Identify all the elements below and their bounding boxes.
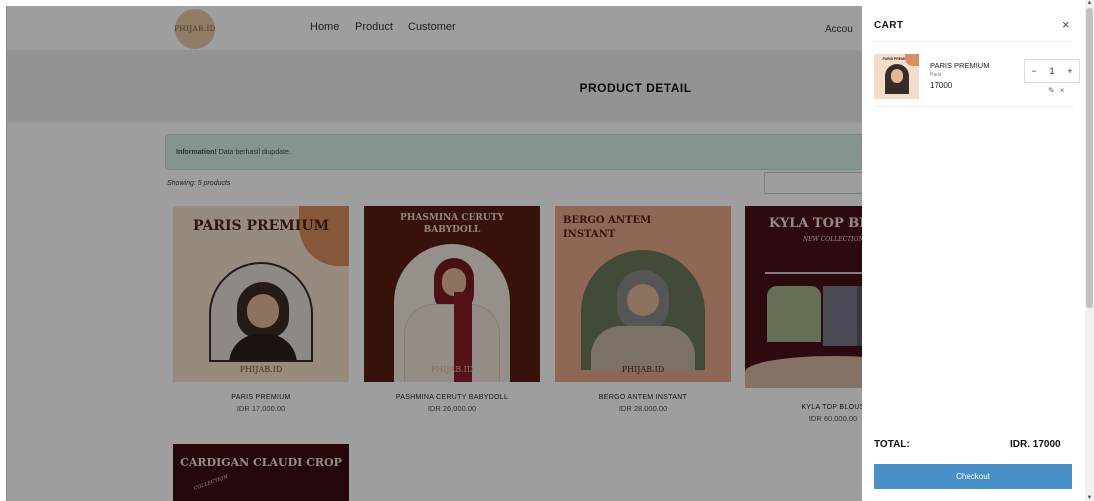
close-icon[interactable]: × bbox=[1062, 17, 1070, 32]
scroll-down-icon[interactable]: ▼ bbox=[1086, 495, 1093, 501]
cart-title: CART bbox=[874, 20, 904, 31]
decrease-button[interactable]: − bbox=[1031, 66, 1036, 76]
cart-drawer: CART × PARIS PREMIUM PARIS PREMIUM Paris… bbox=[862, 0, 1085, 501]
page-overlay[interactable] bbox=[6, 6, 862, 501]
increase-button[interactable]: + bbox=[1067, 66, 1072, 76]
scrollbar[interactable]: ▲ ▼ bbox=[1085, 0, 1094, 501]
edit-icon[interactable]: ✎ bbox=[1048, 86, 1055, 95]
cart-item-price: 17000 bbox=[930, 81, 953, 90]
divider bbox=[872, 41, 1072, 42]
scroll-thumb[interactable] bbox=[1086, 8, 1093, 308]
total-label: TOTAL: bbox=[874, 439, 910, 450]
cart-item-brand: Paris bbox=[930, 72, 942, 78]
cart-item-name: PARIS PREMIUM bbox=[930, 61, 990, 70]
scroll-up-icon[interactable]: ▲ bbox=[1086, 0, 1093, 6]
checkout-button[interactable]: Checkout bbox=[874, 464, 1072, 489]
cart-item-image: PARIS PREMIUM bbox=[874, 54, 919, 99]
cart-item-actions: ✎ × bbox=[1048, 86, 1064, 95]
cart-item: PARIS PREMIUM PARIS PREMIUM Paris 17000 … bbox=[874, 51, 1080, 107]
remove-icon[interactable]: × bbox=[1060, 86, 1065, 95]
total-value: IDR. 17000 bbox=[1010, 439, 1061, 450]
quantity-stepper: − 1 + bbox=[1024, 59, 1080, 83]
quantity-value[interactable]: 1 bbox=[1049, 66, 1054, 76]
